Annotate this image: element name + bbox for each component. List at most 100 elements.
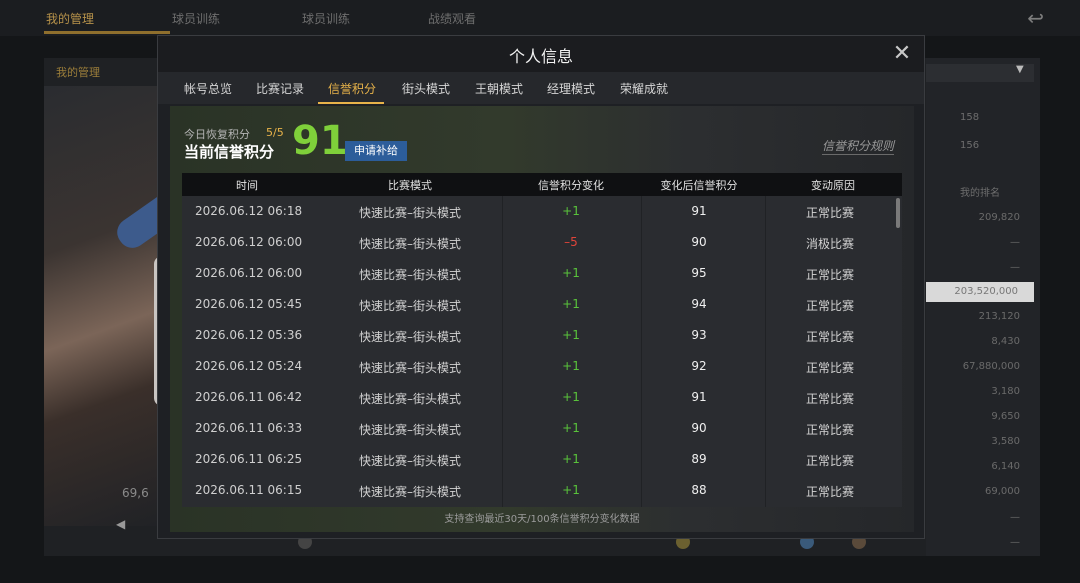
cell-reason: 正常比赛	[805, 361, 854, 375]
cell-reason: 正常比赛	[805, 206, 854, 220]
table-row: 2026.06.12 06:18 快速比赛–街头模式 +1 91 正常比赛	[182, 196, 896, 227]
credit-table: 2026.06.11 06:15 快速比赛–街头模式 +1 88 正常比赛 2026.06…	[182, 196, 902, 507]
cell-reason: 正常比赛	[805, 392, 854, 406]
header-after: 变化后信誉积分	[660, 179, 738, 192]
cell-after: 95	[691, 266, 707, 280]
cell-time: 2026.06.12 05:45	[195, 297, 303, 311]
cell-change: +1	[562, 297, 580, 311]
bg-tab-record[interactable]: 战绩观看	[428, 10, 476, 27]
prev-arrow-icon[interactable]: ◀	[116, 517, 125, 531]
cell-time: 2026.06.12 05:36	[195, 328, 303, 342]
bg-value: 3,180	[991, 386, 1020, 397]
cell-reason: 正常比赛	[805, 454, 854, 468]
cell-reason: 正常比赛	[805, 423, 854, 437]
cell-mode: 快速比赛–街头模式	[358, 485, 461, 499]
background-top-bar: 我的管理 球员训练 球员训练 战绩观看 ↩	[0, 0, 1080, 36]
bg-value: —	[1010, 237, 1020, 248]
today-recover-label: 今日恢复积分	[184, 128, 250, 141]
tab-match-record[interactable]: 比赛记录	[256, 80, 304, 97]
column-separator	[502, 196, 503, 507]
bg-tab-training-1[interactable]: 球员训练	[172, 10, 220, 27]
back-icon[interactable]: ↩	[1027, 6, 1044, 30]
cell-mode: 快速比赛–街头模式	[358, 330, 461, 344]
table-row: 2026.06.12 05:36 快速比赛–街头模式 +1 93 正常比赛	[182, 320, 896, 351]
scrollbar-thumb[interactable]	[896, 198, 900, 228]
header-mode: 比赛模式	[388, 179, 432, 192]
bg-value: —	[1010, 512, 1020, 523]
cell-after: 89	[691, 452, 707, 466]
bg-tab-training-2[interactable]: 球员训练	[302, 10, 350, 27]
cell-change: +1	[562, 266, 580, 280]
bg-value: 9,650	[991, 411, 1020, 422]
bg-subtab[interactable]: 我的管理	[56, 64, 100, 80]
column-separator	[641, 196, 642, 507]
table-row: 2026.06.12 06:00 快速比赛–街头模式 –5 90 消极比赛	[182, 227, 896, 258]
cell-after: 91	[691, 204, 707, 218]
tab-dynasty-mode[interactable]: 王朝模式	[475, 80, 523, 97]
cell-mode: 快速比赛–街头模式	[358, 206, 461, 220]
modal-header: 个人信息 ✕	[158, 36, 924, 72]
cell-time: 2026.06.11 06:42	[195, 390, 303, 404]
background-right-column	[926, 58, 1040, 556]
cell-reason: 正常比赛	[805, 485, 854, 499]
tab-street-mode[interactable]: 街头模式	[402, 80, 450, 97]
bg-value-highlight: 203,520,000	[926, 282, 1034, 302]
bg-value: 3,580	[991, 436, 1020, 447]
cell-time: 2026.06.12 05:24	[195, 359, 303, 373]
column-separator	[765, 196, 766, 507]
today-recover-count: 5/5	[266, 126, 284, 139]
cell-reason: 消极比赛	[805, 237, 854, 251]
table-row: 2026.06.12 05:24 快速比赛–街头模式 +1 92 正常比赛	[182, 351, 896, 382]
cell-change: +1	[562, 328, 580, 342]
tab-honor-achievements[interactable]: 荣耀成就	[620, 80, 668, 97]
player-value: 69,6	[122, 486, 149, 500]
scrollbar-track[interactable]	[896, 196, 902, 507]
cell-after: 93	[691, 328, 707, 342]
table-row: 2026.06.12 06:00 快速比赛–街头模式 +1 95 正常比赛	[182, 258, 896, 289]
current-credit-label: 当前信誉积分	[184, 143, 275, 161]
header-time: 时间	[236, 179, 258, 192]
bg-value: 6,140	[991, 461, 1020, 472]
bg-value: 213,120	[978, 311, 1020, 322]
bg-rank-label: 我的排名	[960, 188, 1000, 199]
cell-time: 2026.06.11 06:25	[195, 452, 303, 466]
cell-time: 2026.06.12 06:00	[195, 235, 303, 249]
table-row: 2026.06.11 06:42 快速比赛–街头模式 +1 91 正常比赛	[182, 382, 896, 413]
cell-mode: 快速比赛–街头模式	[358, 237, 461, 251]
bg-tab-my-management[interactable]: 我的管理	[46, 10, 94, 27]
active-tab-underline	[318, 102, 384, 104]
close-icon[interactable]: ✕	[890, 42, 914, 66]
table-row: 2026.06.12 05:45 快速比赛–街头模式 +1 94 正常比赛	[182, 289, 896, 320]
cell-reason: 正常比赛	[805, 268, 854, 282]
cell-mode: 快速比赛–街头模式	[358, 392, 461, 406]
tab-account-overview[interactable]: 帐号总览	[184, 80, 232, 97]
player-image	[44, 86, 204, 526]
cell-change: +1	[562, 483, 580, 497]
cell-change: +1	[562, 452, 580, 466]
tab-credit-score[interactable]: 信誉积分	[328, 80, 376, 97]
cell-reason: 正常比赛	[805, 299, 854, 313]
table-row: 2026.06.11 06:15 快速比赛–街头模式 +1 88 正常比赛	[182, 475, 896, 506]
bg-tab-underline	[44, 31, 170, 34]
cell-time: 2026.06.11 06:15	[195, 483, 303, 497]
bg-stat-2: 156	[960, 140, 980, 151]
cell-change: –5	[564, 235, 578, 249]
cell-mode: 快速比赛–街头模式	[358, 454, 461, 468]
cell-mode: 快速比赛–街头模式	[358, 361, 461, 375]
table-row: 2026.06.11 06:33 快速比赛–街头模式 +1 90 正常比赛	[182, 413, 896, 444]
header-change: 信誉积分变化	[538, 179, 604, 192]
footer-note: 支持查询最近30天/100条信誉积分变化数据	[444, 514, 640, 525]
bg-value: 8,430	[991, 336, 1020, 347]
cell-after: 92	[691, 359, 707, 373]
tab-manager-mode[interactable]: 经理模式	[547, 80, 595, 97]
table-row: 2026.06.11 06:25 快速比赛–街头模式 +1 89 正常比赛	[182, 444, 896, 475]
credit-rules-link[interactable]: 信誉积分规则	[821, 137, 894, 155]
cell-mode: 快速比赛–街头模式	[358, 299, 461, 313]
modal-title: 个人信息	[508, 47, 573, 66]
personal-info-modal: 个人信息 ✕ 帐号总览 比赛记录 信誉积分 街头模式 王朝模式 经理模式 荣耀成…	[157, 35, 925, 539]
cell-time: 2026.06.12 06:18	[195, 204, 303, 218]
apply-supply-button[interactable]: 申请补给	[345, 141, 407, 161]
cell-change: +1	[562, 390, 580, 404]
bg-value: —	[1010, 537, 1020, 548]
cell-mode: 快速比赛–街头模式	[358, 423, 461, 437]
